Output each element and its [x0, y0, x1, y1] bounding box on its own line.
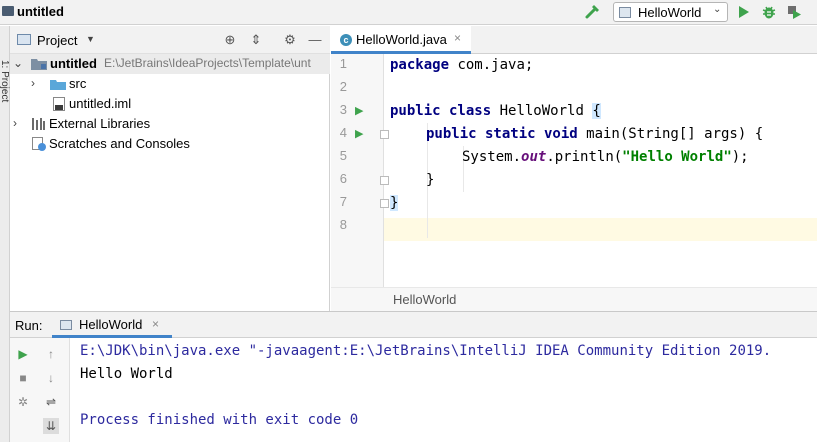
- file-icon: [53, 97, 65, 111]
- class-icon: c: [340, 34, 352, 46]
- editor-panel: c HelloWorld.java × 1 2 3 4 5 6 7 8 ▶ ▶ …: [331, 26, 817, 311]
- application-icon: [60, 320, 72, 330]
- line-number: 2: [339, 79, 347, 94]
- collapse-icon[interactable]: ⇕: [248, 32, 264, 48]
- minimize-icon[interactable]: —: [307, 32, 323, 48]
- arrow-up-icon[interactable]: ↑: [43, 346, 59, 362]
- source-folder-icon: [50, 80, 66, 90]
- rerun-icon[interactable]: ▶: [15, 346, 31, 362]
- code-line: public static void main(String[] args) {: [426, 126, 764, 142]
- chevron-down-icon[interactable]: ▼: [86, 34, 95, 44]
- line-number: 6: [339, 171, 347, 186]
- run-icon[interactable]: [737, 5, 751, 19]
- console-output[interactable]: E:\JDK\bin\java.exe "-javaagent:E:\JetBr…: [80, 338, 817, 442]
- scroll-to-end-icon[interactable]: ⇊: [43, 418, 59, 434]
- console-command-line: E:\JDK\bin\java.exe "-javaagent:E:\JetBr…: [80, 343, 772, 359]
- chevron-down-icon[interactable]: ⌄: [13, 56, 23, 70]
- project-panel-header: Project ▼ ⊕ ⇕ ⚙ —: [10, 26, 330, 54]
- run-icon[interactable]: ▶: [355, 104, 363, 117]
- module-folder-icon: [31, 59, 47, 70]
- project-panel: Project ▼ ⊕ ⇕ ⚙ — ⌄ untitled E:\JetBrain…: [10, 26, 330, 311]
- line-number: 3: [339, 102, 347, 117]
- code-area[interactable]: package com.java; public class HelloWorl…: [385, 54, 817, 287]
- code-line: public class HelloWorld {: [390, 103, 601, 119]
- restore-layout-icon[interactable]: ✲: [15, 394, 31, 410]
- close-icon[interactable]: ×: [454, 31, 461, 45]
- tree-item-src[interactable]: › src: [10, 74, 330, 94]
- line-number: 5: [339, 148, 347, 163]
- run-tab-helloworld[interactable]: HelloWorld ×: [52, 312, 172, 338]
- coverage-icon[interactable]: [786, 4, 802, 20]
- tree-item-path: E:\JetBrains\IdeaProjects\Template\unt: [104, 56, 311, 70]
- chevron-down-icon: ⌄: [713, 4, 722, 15]
- run-configuration-select[interactable]: HelloWorld ⌄: [613, 2, 728, 22]
- line-number: 4: [339, 125, 347, 140]
- line-number: 1: [339, 56, 347, 71]
- console-output-line: Hello World: [80, 366, 173, 382]
- breadcrumb-item[interactable]: HelloWorld: [393, 292, 456, 307]
- hammer-icon[interactable]: [584, 4, 602, 20]
- tree-item-scratches[interactable]: Scratches and Consoles: [10, 134, 330, 154]
- arrow-down-icon[interactable]: ↓: [43, 370, 59, 386]
- tree-item-label: src: [69, 76, 87, 91]
- close-icon[interactable]: ×: [152, 317, 159, 331]
- gear-icon[interactable]: ⚙: [282, 32, 298, 48]
- tab-label: HelloWorld.java: [356, 32, 447, 47]
- tree-item-external-libraries[interactable]: › External Libraries: [10, 114, 330, 134]
- code-line: package com.java;: [390, 57, 534, 73]
- tree-item-label: External Libraries: [49, 116, 151, 131]
- stop-icon[interactable]: ■: [15, 370, 31, 386]
- code-line: }: [390, 195, 399, 211]
- project-view-label[interactable]: Project: [37, 33, 77, 48]
- line-number: 7: [339, 194, 347, 209]
- editor-tab-bar: c HelloWorld.java ×: [331, 26, 817, 54]
- soft-wrap-icon[interactable]: ⇌: [43, 394, 59, 410]
- code-line: System.out.println("Hello World");: [462, 149, 749, 165]
- application-icon: [619, 7, 631, 18]
- chevron-right-icon[interactable]: ›: [31, 76, 35, 90]
- run-toolbar: ▶ ↑ ■ ↓ ✲ ⇌ ⇊: [10, 338, 70, 442]
- folder-icon: [2, 6, 14, 16]
- scratches-icon: [32, 137, 46, 151]
- run-icon[interactable]: ▶: [355, 127, 363, 140]
- code-line: }: [426, 172, 435, 188]
- run-tab-label: HelloWorld: [79, 317, 143, 332]
- chevron-right-icon[interactable]: ›: [13, 116, 17, 130]
- line-number: 8: [339, 217, 347, 232]
- tree-item-label: untitled: [50, 56, 97, 71]
- breadcrumb: HelloWorld: [331, 287, 817, 311]
- project-tool-window-button[interactable]: 1: Project: [0, 60, 10, 102]
- tree-item-project-root[interactable]: ⌄ untitled E:\JetBrains\IdeaProjects\Tem…: [10, 54, 330, 74]
- run-label: Run:: [15, 318, 43, 333]
- tree-item-iml[interactable]: untitled.iml: [10, 94, 330, 114]
- library-icon: [32, 118, 45, 130]
- project-title[interactable]: untitled: [17, 4, 64, 19]
- tool-window-stripe: 1: Project: [0, 26, 10, 442]
- target-icon[interactable]: ⊕: [222, 32, 238, 48]
- tab-helloworld-java[interactable]: c HelloWorld.java ×: [331, 26, 471, 54]
- tree-item-label: untitled.iml: [69, 96, 132, 111]
- debug-icon[interactable]: [761, 4, 777, 20]
- run-configuration-label: HelloWorld: [638, 5, 702, 20]
- project-view-icon: [17, 34, 31, 45]
- run-panel-header: Run: HelloWorld ×: [10, 312, 817, 338]
- title-bar: untitled HelloWorld ⌄: [0, 0, 817, 25]
- editor-gutter: 1 2 3 4 5 6 7 8 ▶ ▶: [331, 54, 389, 287]
- run-panel: Run: HelloWorld × ▶ ↑ ■ ↓ ✲ ⇌ ⇊ E:\JDK\b…: [10, 311, 817, 442]
- console-exit-line: Process finished with exit code 0: [80, 412, 359, 428]
- tree-item-label: Scratches and Consoles: [49, 136, 190, 151]
